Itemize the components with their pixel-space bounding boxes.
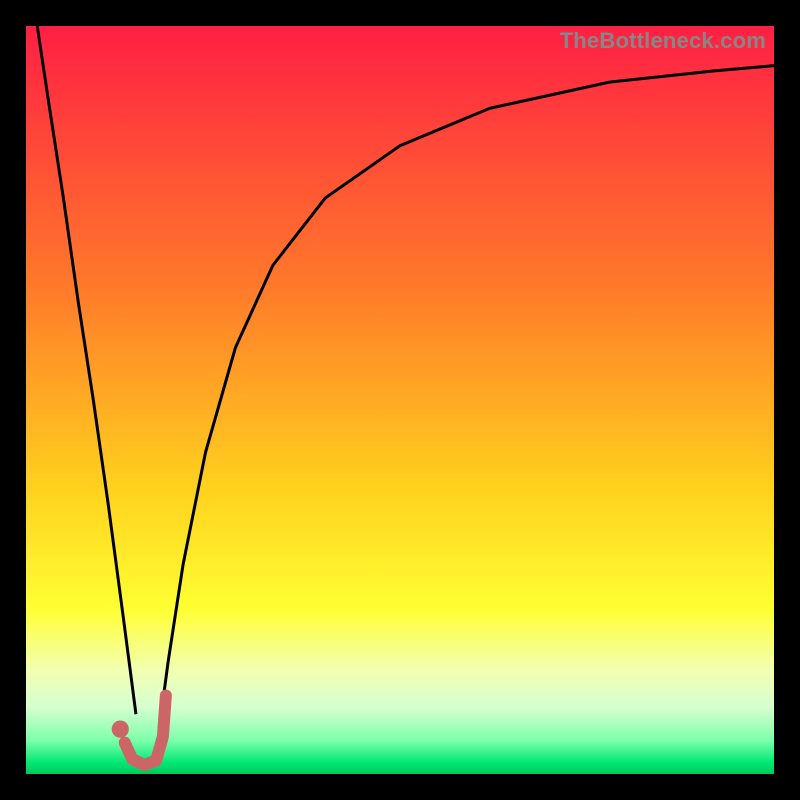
- plot-area: TheBottleneck.com: [26, 26, 774, 774]
- series-right-limb: [159, 66, 774, 729]
- valley-marker-dot: [112, 721, 129, 738]
- watermark-text: TheBottleneck.com: [560, 28, 766, 54]
- series-left-limb: [37, 26, 136, 714]
- chart-frame: TheBottleneck.com: [0, 0, 800, 800]
- curves-layer: [26, 26, 774, 774]
- series-valley-j: [125, 695, 166, 765]
